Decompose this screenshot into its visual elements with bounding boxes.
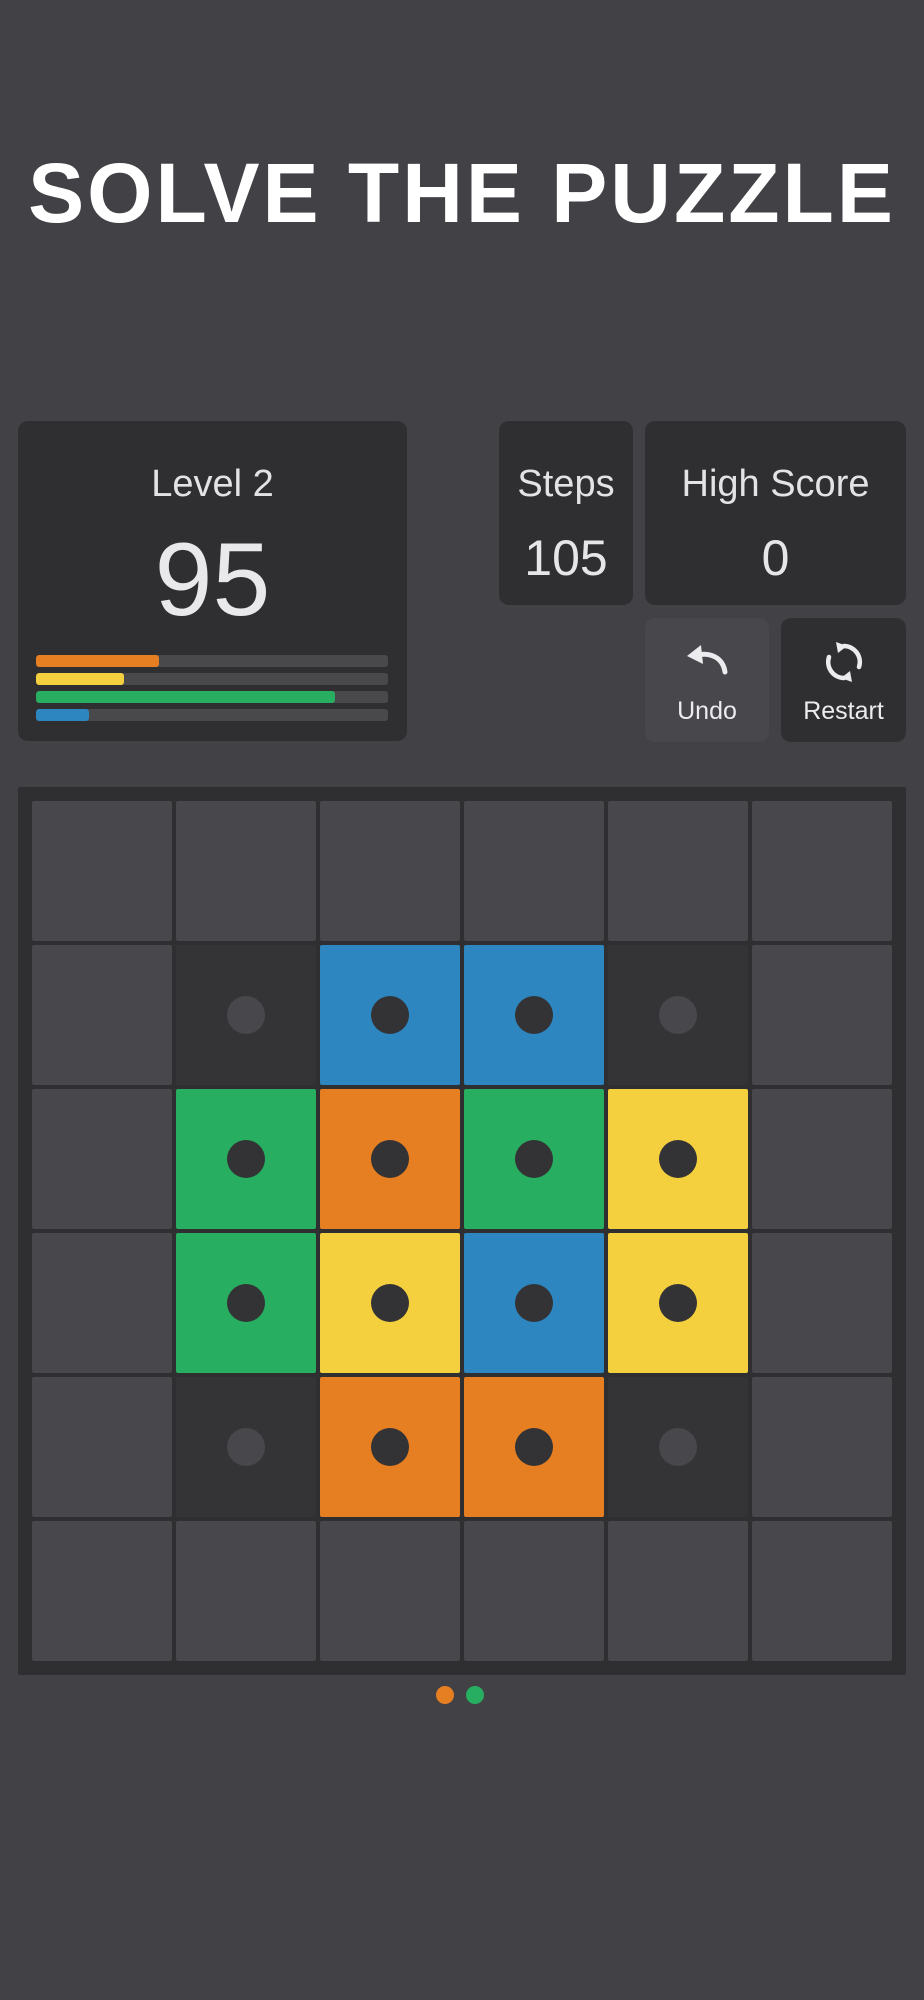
empty-cell bbox=[752, 801, 892, 941]
tile-dot bbox=[659, 1428, 697, 1466]
tile-dot bbox=[371, 1140, 409, 1178]
color-progress-bars bbox=[36, 655, 388, 727]
tile-dot bbox=[227, 1428, 265, 1466]
target-hole-cell[interactable] bbox=[176, 1377, 316, 1517]
blue-tile[interactable] bbox=[320, 945, 460, 1085]
target-hole-cell[interactable] bbox=[608, 1377, 748, 1517]
tile-dot bbox=[659, 996, 697, 1034]
yellow-tile[interactable] bbox=[608, 1233, 748, 1373]
level-panel: Level 2 95 bbox=[18, 421, 407, 741]
yellow-tile[interactable] bbox=[608, 1089, 748, 1229]
target-hole-cell[interactable] bbox=[608, 945, 748, 1085]
tile-dot bbox=[371, 1284, 409, 1322]
progress-bar-track bbox=[36, 691, 388, 703]
high-score-label: High Score bbox=[681, 463, 870, 505]
orange-tile[interactable] bbox=[320, 1377, 460, 1517]
restart-circular-icon bbox=[781, 640, 906, 689]
empty-cell bbox=[608, 801, 748, 941]
high-score-value: 0 bbox=[761, 530, 790, 586]
level-score: 95 bbox=[154, 522, 271, 638]
progress-bar-fill bbox=[36, 655, 160, 667]
restart-label: Restart bbox=[803, 697, 884, 725]
board-grid bbox=[32, 801, 892, 1661]
tile-dot bbox=[371, 996, 409, 1034]
tile-dot bbox=[371, 1428, 409, 1466]
undo-arrow-icon bbox=[645, 640, 769, 685]
empty-cell bbox=[752, 1521, 892, 1661]
blue-tile[interactable] bbox=[464, 1233, 604, 1373]
progress-bar-track bbox=[36, 709, 388, 721]
tile-dot bbox=[515, 996, 553, 1034]
undo-button[interactable]: Undo bbox=[645, 618, 769, 742]
empty-cell bbox=[32, 801, 172, 941]
level-label: Level 2 bbox=[151, 463, 274, 505]
empty-cell bbox=[464, 801, 604, 941]
undo-label: Undo bbox=[677, 697, 737, 725]
progress-bar-fill bbox=[36, 673, 124, 685]
page-indicator bbox=[436, 1686, 484, 1704]
progress-bar-fill bbox=[36, 709, 89, 721]
tile-dot bbox=[515, 1428, 553, 1466]
puzzle-board bbox=[18, 787, 906, 1675]
green-tile[interactable] bbox=[464, 1089, 604, 1229]
empty-cell bbox=[32, 1089, 172, 1229]
tile-dot bbox=[227, 1140, 265, 1178]
empty-cell bbox=[752, 1089, 892, 1229]
empty-cell bbox=[176, 1521, 316, 1661]
empty-cell bbox=[752, 1233, 892, 1373]
empty-cell bbox=[752, 1377, 892, 1517]
target-hole-cell[interactable] bbox=[176, 945, 316, 1085]
empty-cell bbox=[32, 1233, 172, 1373]
tile-dot bbox=[227, 1284, 265, 1322]
empty-cell bbox=[32, 1377, 172, 1517]
tile-dot bbox=[659, 1140, 697, 1178]
progress-bar-track bbox=[36, 655, 388, 667]
high-score-panel: High Score 0 bbox=[645, 421, 906, 605]
orange-tile[interactable] bbox=[464, 1377, 604, 1517]
steps-value: 105 bbox=[524, 530, 608, 586]
page-dot[interactable] bbox=[466, 1686, 484, 1704]
empty-cell bbox=[608, 1521, 748, 1661]
tile-dot bbox=[659, 1284, 697, 1322]
progress-bar-fill bbox=[36, 691, 336, 703]
orange-tile[interactable] bbox=[320, 1089, 460, 1229]
tile-dot bbox=[515, 1284, 553, 1322]
steps-label: Steps bbox=[517, 463, 615, 505]
steps-panel: Steps 105 bbox=[499, 421, 633, 605]
tile-dot bbox=[227, 996, 265, 1034]
empty-cell bbox=[320, 801, 460, 941]
progress-bar-track bbox=[36, 673, 388, 685]
empty-cell bbox=[752, 945, 892, 1085]
empty-cell bbox=[176, 801, 316, 941]
empty-cell bbox=[464, 1521, 604, 1661]
page-headline: SOLVE THE PUZZLE bbox=[28, 146, 896, 240]
green-tile[interactable] bbox=[176, 1089, 316, 1229]
green-tile[interactable] bbox=[176, 1233, 316, 1373]
empty-cell bbox=[320, 1521, 460, 1661]
blue-tile[interactable] bbox=[464, 945, 604, 1085]
yellow-tile[interactable] bbox=[320, 1233, 460, 1373]
empty-cell bbox=[32, 945, 172, 1085]
page-dot[interactable] bbox=[436, 1686, 454, 1704]
restart-button[interactable]: Restart bbox=[781, 618, 906, 742]
tile-dot bbox=[515, 1140, 553, 1178]
empty-cell bbox=[32, 1521, 172, 1661]
